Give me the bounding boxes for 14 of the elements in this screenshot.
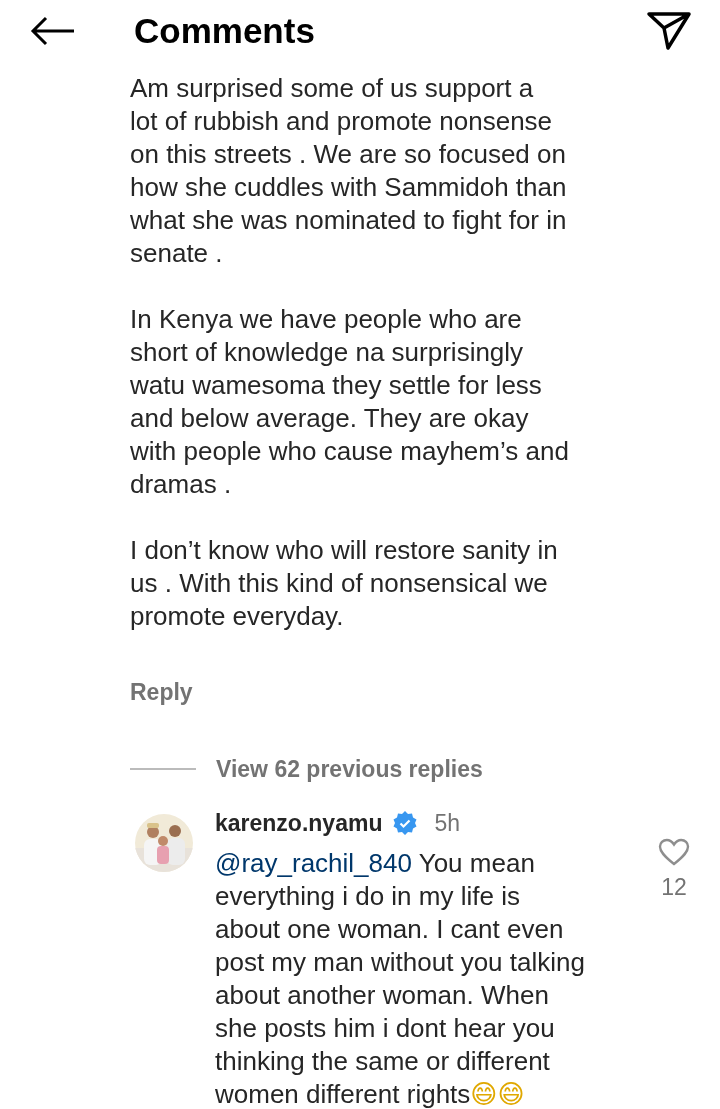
back-button[interactable] bbox=[30, 16, 76, 46]
share-button[interactable] bbox=[646, 11, 692, 51]
mention-link[interactable]: @ray_rachil_840 bbox=[215, 847, 412, 878]
reply-text: @ray_rachil_840 You mean everything i do in my life is about one woman. I cant even post my man without you talking about another woman. When she posts him i dont hear you thinking the same or different women different rights😄😄 bbox=[215, 846, 586, 1109]
comment-text: In Kenya we have people who are short of knowledge na surprisingly watu wamesoma they settle for less and below average. They are okay with people who cause mayhem’s and dramas . bbox=[130, 303, 570, 501]
view-replies-link[interactable]: View 62 previous replies bbox=[216, 751, 483, 786]
like-count: 12 bbox=[661, 873, 687, 902]
timestamp: 5h bbox=[434, 809, 461, 838]
page-title: Comments bbox=[134, 9, 315, 52]
comment-text: Am surprised some of us support a lot of rubbish and promote nonsense on this streets . We are so focused on how she cuddles with Sammidoh than what she was nominated to fight for in senate . bbox=[130, 72, 568, 270]
comment-text: I don’t know who will restore sanity in us . With this kind of nonsensical we promote everyday. bbox=[130, 534, 559, 633]
like-button[interactable] bbox=[658, 838, 690, 866]
reply-link[interactable]: Reply bbox=[130, 675, 193, 710]
username[interactable]: karenzo.nyamu bbox=[215, 806, 383, 841]
